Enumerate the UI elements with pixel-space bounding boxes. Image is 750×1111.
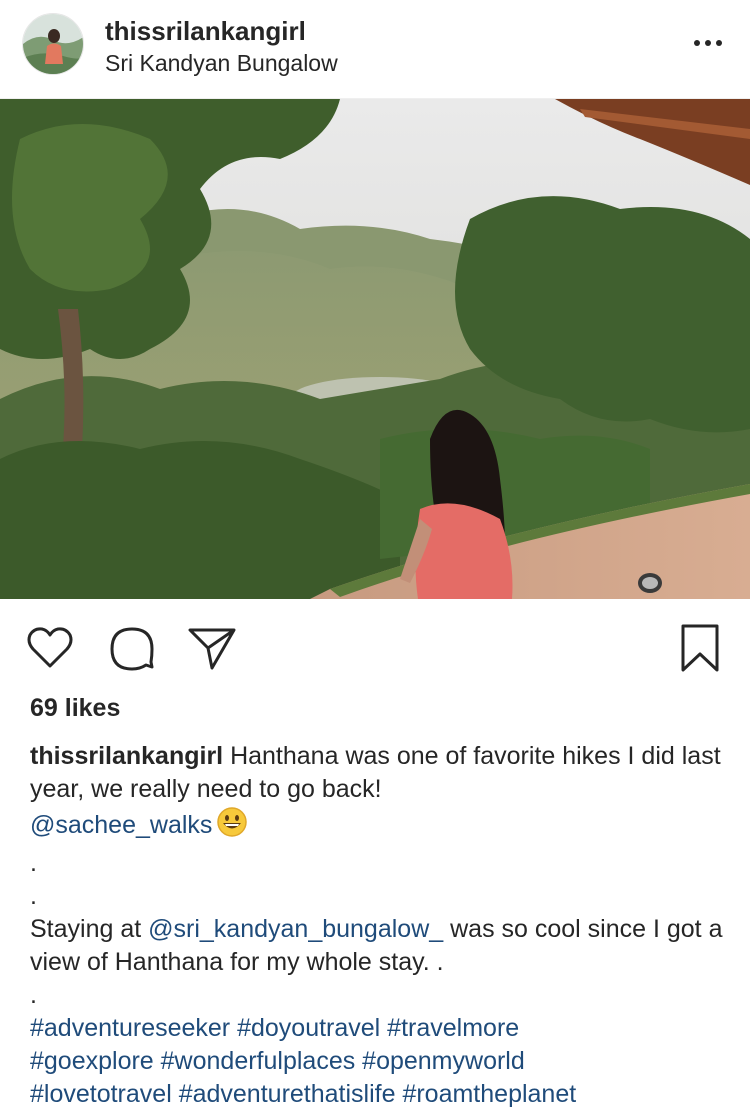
post-action-bar <box>0 600 750 692</box>
hashtag-line[interactable]: #adventureseeker #doyoutravel #travelmor… <box>30 1012 730 1045</box>
post-caption: thissrilankangirl Hanthana was one of fa… <box>30 740 730 1111</box>
caption-hashtags: #adventureseeker #doyoutravel #travelmor… <box>30 1012 730 1111</box>
caption-text: Staying at <box>30 915 149 943</box>
post-location[interactable]: Sri Kandyan Bungalow <box>105 50 338 77</box>
caption-dot: . <box>30 981 37 1009</box>
comment-bubble-icon[interactable] <box>106 622 158 674</box>
post-photo[interactable] <box>0 98 750 599</box>
caption-dot: . <box>30 849 37 877</box>
bookmark-outline-icon[interactable] <box>674 622 726 674</box>
likes-count[interactable]: 69 likes <box>30 694 120 723</box>
heart-outline-icon[interactable] <box>24 622 76 674</box>
caption-username[interactable]: thissrilankangirl <box>30 742 223 770</box>
hashtag-line[interactable]: #lovetotravel #adventurethatislife #roam… <box>30 1078 730 1111</box>
more-horizontal-icon <box>694 40 700 46</box>
more-dot <box>716 40 722 46</box>
more-dot <box>705 40 711 46</box>
more-options-button[interactable] <box>688 30 728 56</box>
caption-mention-sachee[interactable]: @sachee_walks <box>30 811 212 839</box>
caption-dot: . <box>30 882 37 910</box>
avatar[interactable] <box>22 13 84 75</box>
caption-mention-sri-kandyan[interactable]: @sri_kandyan_bungalow_ <box>148 915 443 943</box>
post-header: thissrilankangirl Sri Kandyan Bungalow <box>0 0 750 96</box>
post-username[interactable]: thissrilankangirl <box>105 16 306 47</box>
hashtag-line[interactable]: #goexplore #wonderfulplaces #openmyworld <box>30 1045 730 1078</box>
paper-plane-icon[interactable] <box>186 622 238 674</box>
caption-paragraph-1: thissrilankangirl Hanthana was one of fa… <box>30 740 730 847</box>
grinning-face-emoji <box>216 806 248 847</box>
caption-paragraph-2: Staying at @sri_kandyan_bungalow_ was so… <box>30 913 730 979</box>
